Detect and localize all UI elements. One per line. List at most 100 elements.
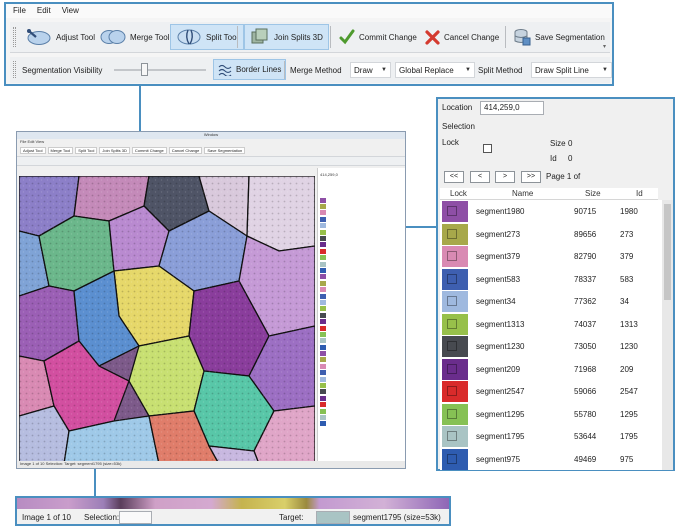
cancel-change-button[interactable]: Cancel Change [422, 25, 502, 49]
commit-change-label: Commit Change [359, 32, 417, 42]
split-method-dropdown[interactable]: Draw Split Line ▼ [531, 62, 612, 78]
segment-id: 34 [620, 297, 629, 306]
toolbar-overflow-icon[interactable]: ▾ [603, 43, 606, 50]
segment-lock-checkbox[interactable] [447, 228, 457, 239]
segment-name: segment583 [476, 274, 521, 284]
id-value: 0 [568, 154, 573, 163]
mini-toolbar-button[interactable]: Join Splits 3D [99, 147, 130, 154]
segment-lock-checkbox[interactable] [447, 296, 457, 306]
segment-size: 82790 [574, 252, 597, 261]
split-tool-icon [177, 29, 201, 45]
toolbar-separator [237, 26, 238, 48]
segment-name: segment1795 [476, 432, 525, 441]
segment-row[interactable]: segment1980 90715 1980 [440, 200, 664, 223]
segment-row[interactable]: segment1313 74037 1313 [440, 313, 664, 336]
mini-toolbar-button[interactable]: Commit Change [131, 147, 167, 154]
next-page-button[interactable]: > [495, 171, 515, 183]
segment-row[interactable]: segment379 82790 379 [440, 245, 664, 268]
mini-color-swatch [320, 197, 326, 203]
previous-page-button[interactable]: < [470, 171, 490, 183]
menu-view[interactable]: View [62, 6, 79, 18]
split-tool-button[interactable]: Split Tool [170, 24, 245, 50]
mini-color-swatch [320, 306, 326, 312]
visibility-slider-thumb[interactable] [141, 63, 149, 76]
adjust-tool-button[interactable]: Adjust Tool [22, 25, 99, 49]
column-lock[interactable]: Lock [450, 189, 467, 198]
cancel-x-icon [425, 29, 440, 45]
mini-color-swatch [320, 242, 326, 248]
toolbar-gripper[interactable] [13, 61, 16, 78]
segment-lock-checkbox[interactable] [447, 206, 457, 216]
column-size[interactable]: Size [585, 189, 601, 198]
lock-checkbox[interactable] [483, 144, 492, 153]
segment-row[interactable]: segment583 78337 583 [440, 268, 664, 291]
segment-lock-checkbox[interactable] [447, 341, 457, 351]
mini-status-bar: Image 1 of 10 Selection: Target: segment… [17, 461, 405, 468]
mini-toolbar-button[interactable]: Adjust Tool [20, 147, 46, 154]
last-page-button[interactable]: >> [521, 171, 541, 183]
segment-row[interactable]: segment34 77362 34 [440, 290, 664, 313]
menu-edit[interactable]: Edit [37, 6, 51, 18]
segment-grid-header: Lock Name Size Id [440, 188, 658, 200]
merge-tool-icon [100, 30, 126, 44]
segment-id: 1230 [620, 342, 638, 351]
menu-file[interactable]: File [13, 6, 26, 18]
location-field[interactable]: 414,259,0 [480, 101, 544, 115]
visibility-slider[interactable] [114, 69, 206, 71]
segment-lock-checkbox[interactable] [447, 251, 457, 261]
column-id[interactable]: Id [636, 189, 643, 198]
segment-lock-checkbox[interactable] [447, 386, 457, 396]
mini-color-swatch [320, 248, 326, 254]
segment-color-swatch [442, 336, 468, 357]
mini-toolbar-button[interactable]: Cancel Change [168, 147, 203, 154]
segment-lock-checkbox[interactable] [447, 431, 457, 441]
segment-row[interactable]: segment273 89656 273 [440, 223, 664, 246]
segment-row[interactable]: segment975 49469 975 [440, 448, 664, 471]
segment-color-swatch [442, 291, 468, 312]
split-tool-label: Split Tool [206, 32, 239, 42]
save-segmentation-button[interactable]: Save Segmentation [510, 25, 608, 49]
target-value: segment1795 (size=53k) [353, 513, 441, 522]
segment-lock-checkbox[interactable] [447, 318, 457, 329]
first-page-button[interactable]: << [444, 171, 464, 183]
chevron-down-icon: ▼ [381, 67, 387, 73]
mini-segment-row[interactable] [318, 421, 405, 427]
merge-method-dropdown[interactable]: Draw ▼ [350, 62, 391, 78]
segment-row[interactable]: segment1795 53644 1795 [440, 425, 664, 448]
mini-toolbar-button[interactable]: Save Segmentation [204, 147, 246, 154]
segment-size: 74037 [574, 319, 597, 329]
merge-method-label: Merge Method [290, 66, 342, 75]
segment-row[interactable]: segment2547 59066 2547 [440, 380, 664, 403]
merge-tool-button[interactable]: Merge Tool [96, 25, 173, 49]
segment-lock-checkbox[interactable] [447, 273, 457, 284]
scrollbar-thumb[interactable] [664, 204, 671, 300]
segment-lock-checkbox[interactable] [447, 453, 457, 464]
mini-color-swatch [320, 331, 326, 337]
chevron-down-icon: ▼ [465, 67, 471, 73]
segment-name: segment975 [476, 454, 521, 464]
toolbar-gripper[interactable] [13, 27, 16, 47]
mini-toolbar: Adjust Tool Merge Tool Split Tool Join Spli… [17, 145, 405, 156]
segmentation-image[interactable] [19, 176, 315, 464]
segment-grid-scrollbar[interactable] [662, 200, 673, 470]
image-index-label: Image 1 of 10 [22, 513, 71, 522]
border-lines-icon [218, 64, 232, 76]
segment-row[interactable]: segment1230 73050 1230 [440, 335, 664, 358]
mini-toolbar-button[interactable]: Merge Tool [47, 147, 74, 154]
segment-color-swatch [442, 403, 468, 425]
merge-scope-dropdown[interactable]: Global Replace ▼ [395, 62, 475, 78]
segment-row[interactable]: segment1295 55780 1295 [440, 403, 664, 426]
mini-toolbar-button[interactable]: Split Tool [75, 147, 98, 154]
segment-name: segment209 [476, 364, 521, 374]
column-name[interactable]: Name [512, 189, 533, 198]
commit-change-button[interactable]: Commit Change [336, 25, 420, 49]
chevron-down-icon: ▼ [602, 67, 608, 73]
adjust-tool-icon [27, 29, 51, 45]
segment-name: segment1295 [476, 409, 525, 419]
mini-color-swatch [320, 370, 326, 376]
segment-row[interactable]: segment209 71968 209 [440, 358, 664, 381]
segment-lock-checkbox[interactable] [447, 408, 457, 419]
border-lines-button[interactable]: Border Lines [213, 59, 287, 80]
join-splits-3d-button[interactable]: Join Splits 3D [244, 24, 329, 50]
segment-lock-checkbox[interactable] [447, 363, 457, 374]
